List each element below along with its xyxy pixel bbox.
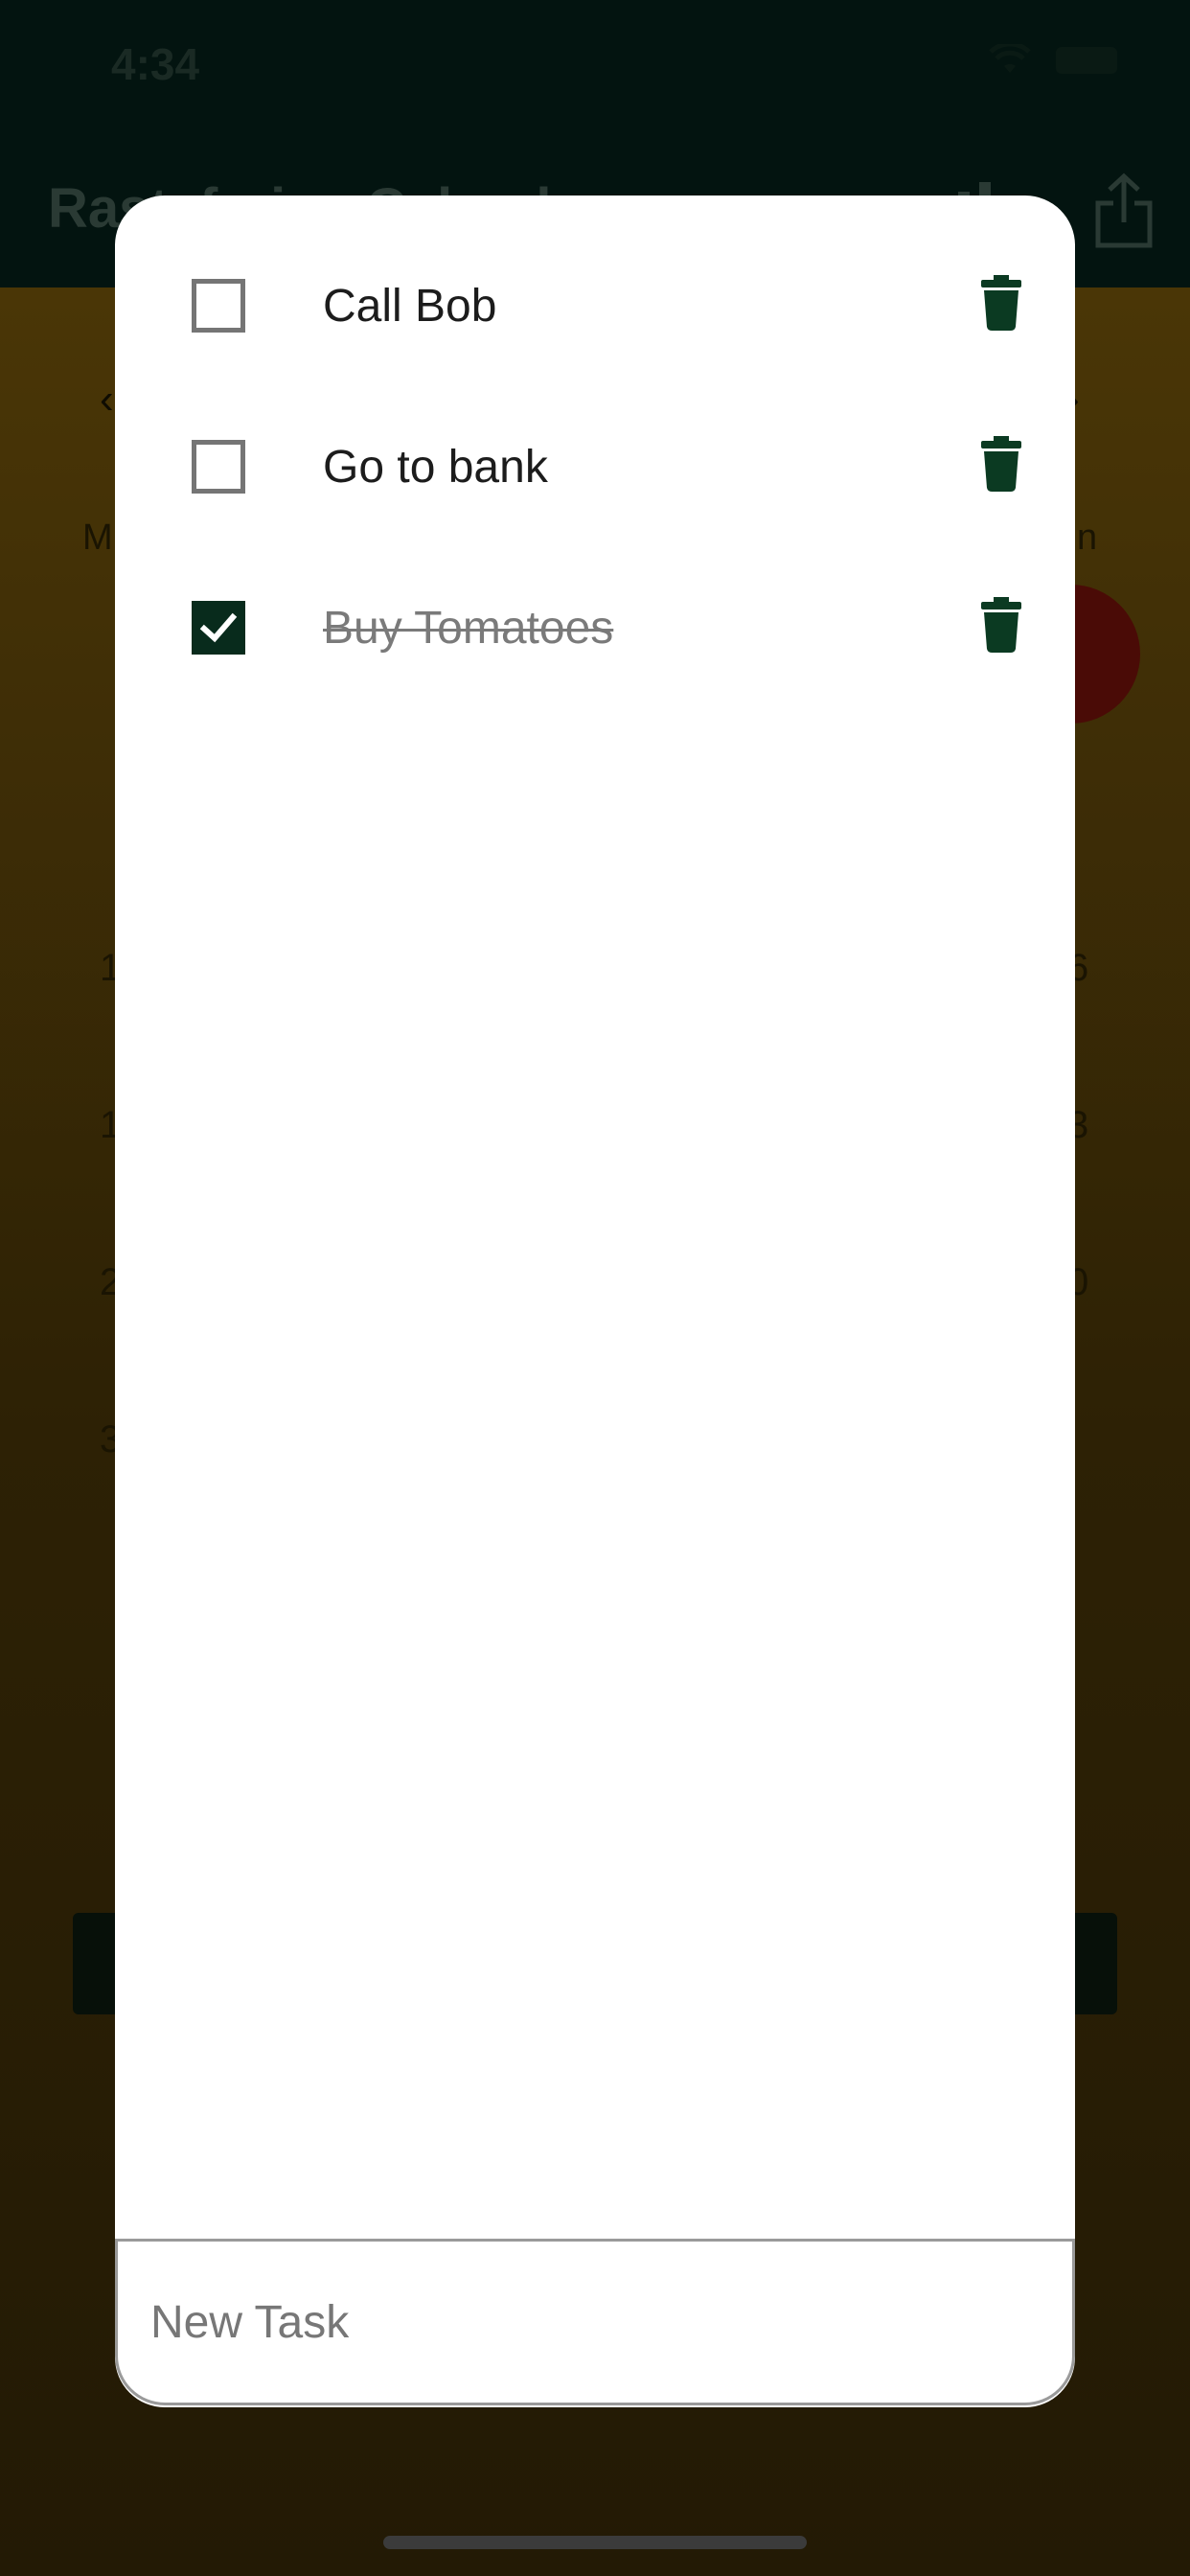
task-checkbox-checked[interactable] [192,601,245,655]
task-label: Call Bob [323,281,497,332]
wifi-icon [989,44,1031,73]
task-row: Buy Tomatoes [115,570,1075,685]
previous-month-icon[interactable]: ‹ [100,376,114,424]
weekday-label-first: M [82,518,113,558]
trash-icon[interactable] [981,597,1021,653]
task-row: Call Bob [115,248,1075,363]
status-icons [989,44,1117,77]
home-indicator [383,2536,807,2549]
task-label-completed: Buy Tomatoes [323,603,614,654]
share-icon[interactable] [1092,172,1156,249]
trash-icon[interactable] [981,275,1021,331]
status-time: 4:34 [111,39,200,89]
task-label: Go to bank [323,442,548,493]
task-checkbox[interactable] [192,279,245,333]
task-checkbox[interactable] [192,440,245,494]
weekday-label-last: n [1077,518,1098,558]
task-list-modal: Call Bob Go to bank Buy Tomatoes [115,196,1075,2407]
trash-icon[interactable] [981,436,1021,492]
new-task-input[interactable] [115,2239,1075,2405]
status-bar: 4:34 [0,0,1190,144]
task-row: Go to bank [115,409,1075,524]
battery-icon [1056,47,1117,74]
checkmark-icon [199,612,238,643]
